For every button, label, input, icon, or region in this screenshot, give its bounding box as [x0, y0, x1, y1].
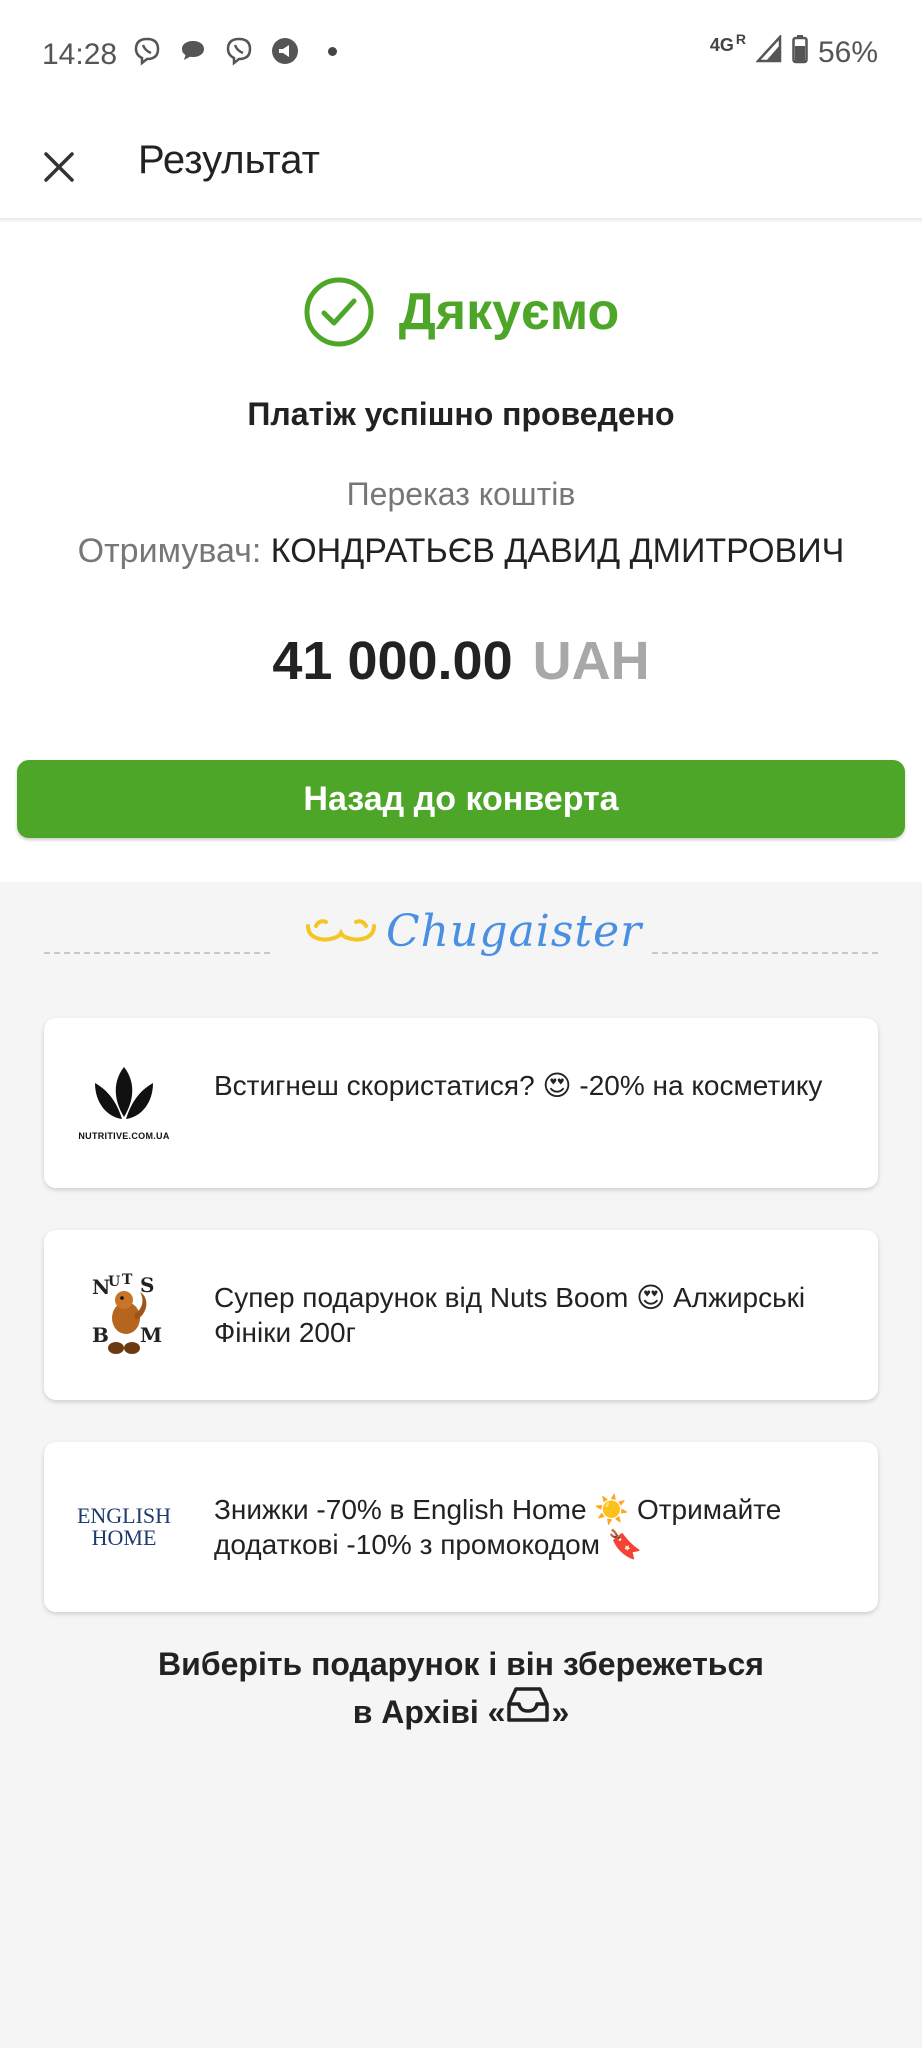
archive-note-suffix: »	[551, 1694, 570, 1730]
thanks-heading: Дякуємо	[398, 283, 620, 341]
recipient-row: Отримувач: КОНДРАТЬЄВ ДАВИД ДМИТРОВИЧ	[0, 532, 922, 571]
nutritive-logo: NUTRITIVE.COM.UA	[74, 1053, 174, 1153]
status-time: 14:28	[42, 38, 118, 71]
battery-percent: 56%	[817, 36, 878, 69]
success-message: Платіж успішно проведено	[247, 396, 675, 432]
viber-icon	[130, 34, 164, 68]
archive-note-line2: в Архіві « »	[0, 1686, 922, 1737]
nuts-boom-logo: N U T S B M	[74, 1265, 174, 1365]
svg-text:M: M	[140, 1323, 162, 1347]
close-icon	[44, 152, 74, 182]
divider	[652, 952, 878, 954]
viber-icon	[222, 34, 256, 68]
leaf-logo-icon	[95, 1067, 153, 1119]
svg-text:T: T	[122, 1272, 133, 1288]
archive-note-prefix: в Архіві «	[352, 1694, 506, 1730]
offer-text: Знижки -70% в English Home ☀️ Отримайте …	[214, 1494, 782, 1560]
amount-row: 41 000.00 UAH	[0, 630, 922, 692]
recipient-name: КОНДРАТЬЄВ ДАВИД ДМИТРОВИЧ	[270, 532, 845, 570]
notification-icons	[130, 34, 337, 68]
svg-text:S: S	[140, 1273, 154, 1297]
svg-text:B: B	[92, 1323, 109, 1347]
archive-note: Виберіть подарунок і він збережеться в А…	[0, 1640, 922, 1737]
offer-text: Встигнеш скористатися? 😍 -20% на космети…	[214, 1070, 823, 1101]
network-type: 4G	[709, 34, 734, 55]
svg-text:U: U	[108, 1274, 120, 1290]
check-circle-icon	[304, 277, 374, 347]
archive-note-line1: Виберіть подарунок і він збережеться	[158, 1646, 764, 1682]
chat-bubble-icon	[176, 34, 210, 68]
english-home-logo: ENGLISH HOME	[74, 1477, 174, 1577]
offer-card[interactable]: ENGLISH HOME Знижки -70% в English Home …	[44, 1442, 878, 1612]
amount-value: 41 000.00	[272, 631, 513, 691]
status-bar: 14:28 4G R 56%	[0, 0, 922, 108]
offer-card[interactable]: N U T S B M Супер подарунок від Nuts Boo…	[44, 1230, 878, 1400]
recipient-label: Отримувач:	[77, 532, 262, 570]
logo-caption: ENGLISH HOME	[76, 1503, 172, 1550]
squirrel-logo-icon: N U T S B M	[92, 1272, 162, 1354]
status-right: 4G R 56%	[709, 31, 878, 72]
back-to-envelope-button[interactable]: Назад до конверта	[17, 760, 905, 838]
roaming-indicator: R	[735, 31, 746, 47]
logo-caption: NUTRITIVE.COM.UA	[78, 1131, 170, 1141]
offer-card[interactable]: NUTRITIVE.COM.UA Встигнеш скористатися? …	[44, 1018, 878, 1188]
app-bar: Результат	[0, 108, 922, 220]
offer-text: Супер подарунок від Nuts Boom 😍 Алжирськ…	[214, 1282, 806, 1348]
more-notifications-dot	[328, 46, 337, 56]
amount-currency: UAH	[532, 631, 650, 691]
chugaister-brand: Chugaister	[386, 906, 643, 957]
battery-icon	[792, 34, 808, 72]
transfer-type: Переказ коштів	[346, 476, 576, 512]
archive-inbox-icon	[507, 1686, 550, 1737]
chugaister-header: Chugaister	[0, 906, 922, 986]
mustache-icon	[306, 918, 376, 941]
thanks-row: Дякуємо	[0, 276, 922, 348]
result-card: Дякуємо Платіж успішно проведено Переказ…	[0, 222, 922, 882]
signal-icon	[755, 33, 782, 71]
divider	[44, 952, 270, 954]
close-button[interactable]	[34, 142, 84, 192]
chugaister-logo: Chugaister	[304, 906, 642, 957]
page-title: Результат	[138, 138, 320, 182]
megaphone-icon	[268, 34, 302, 68]
